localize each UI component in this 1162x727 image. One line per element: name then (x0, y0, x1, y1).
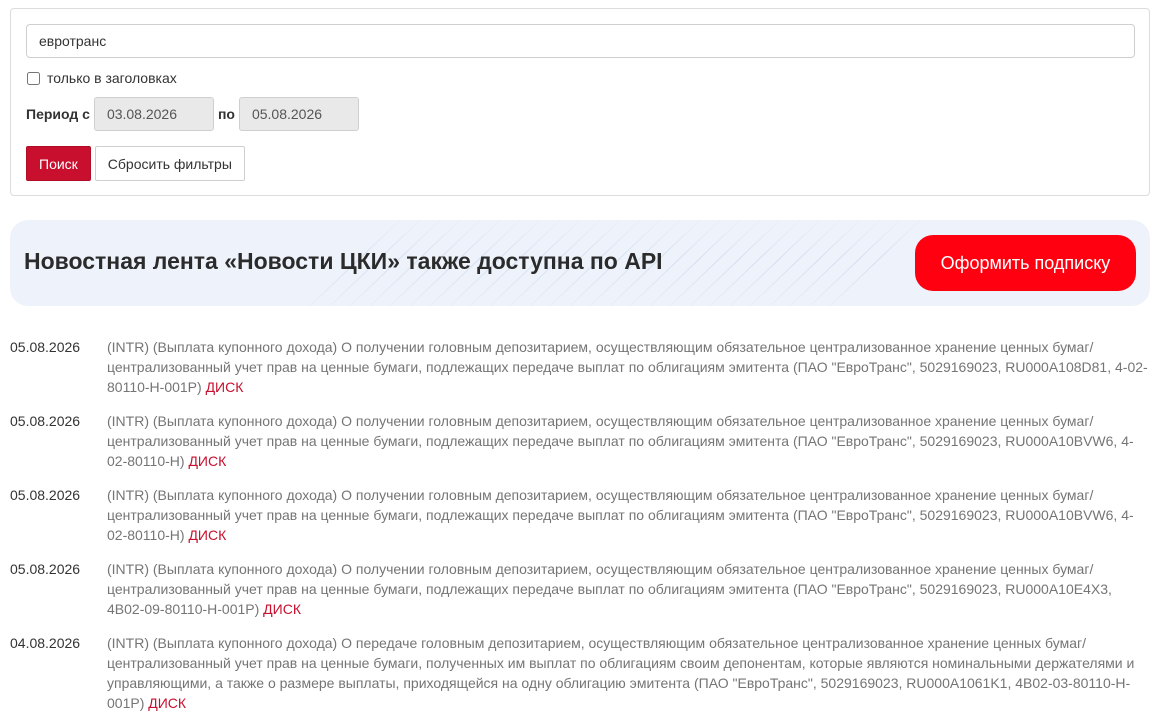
news-item: 05.08.2026 (INTR) (Выплата купонного дох… (10, 337, 1150, 411)
news-text: (INTR) (Выплата купонного дохода) О полу… (107, 485, 1150, 559)
news-text: (INTR) (Выплата купонного дохода) О полу… (107, 337, 1150, 411)
subscribe-button[interactable]: Оформить подписку (915, 235, 1136, 291)
api-promo-banner: Новостная лента «Новости ЦКИ» также дост… (10, 220, 1150, 306)
news-headline[interactable]: (INTR) (Выплата купонного дохода) О полу… (107, 339, 1148, 395)
news-headline[interactable]: (INTR) (Выплата купонного дохода) О полу… (107, 413, 1134, 469)
date-to-input[interactable] (238, 97, 359, 131)
news-date: 05.08.2026 (10, 339, 81, 355)
news-source-link[interactable]: ДИСК (148, 695, 186, 711)
news-date: 05.08.2026 (10, 413, 81, 429)
period-from-label: Период с (26, 106, 90, 122)
news-date: 05.08.2026 (10, 487, 81, 503)
search-button[interactable]: Поиск (26, 146, 91, 181)
news-text: (INTR) (Выплата купонного дохода) О полу… (107, 559, 1150, 633)
news-text: (INTR) (Выплата купонного дохода) О пере… (107, 633, 1150, 727)
news-item: 05.08.2026 (INTR) (Выплата купонного дох… (10, 411, 1150, 485)
news-date: 05.08.2026 (10, 561, 81, 577)
reset-filters-button[interactable]: Сбросить фильтры (94, 146, 245, 181)
news-source-link[interactable]: ДИСК (263, 601, 301, 617)
only-headlines-checkbox[interactable] (27, 71, 40, 85)
news-list: 05.08.2026 (INTR) (Выплата купонного дох… (10, 337, 1150, 727)
date-from-input[interactable] (93, 97, 214, 131)
news-item: 05.08.2026 (INTR) (Выплата купонного дох… (10, 485, 1150, 559)
only-headlines-label: только в заголовках (47, 70, 177, 86)
period-to-label: по (217, 106, 235, 122)
period-filter: Период с по (26, 97, 359, 131)
only-headlines-option[interactable]: только в заголовках (26, 69, 177, 87)
search-input[interactable] (26, 24, 1135, 58)
news-item: 04.08.2026 (INTR) (Выплата купонного дох… (10, 633, 1150, 727)
news-date: 04.08.2026 (10, 635, 81, 651)
search-filter-panel: только в заголовках Период с по Поиск Сб… (10, 8, 1150, 196)
news-headline[interactable]: (INTR) (Выплата купонного дохода) О пере… (107, 635, 1134, 711)
news-headline[interactable]: (INTR) (Выплата купонного дохода) О полу… (107, 487, 1134, 543)
news-text: (INTR) (Выплата купонного дохода) О полу… (107, 411, 1150, 485)
news-headline[interactable]: (INTR) (Выплата купонного дохода) О полу… (107, 561, 1112, 617)
news-source-link[interactable]: ДИСК (188, 527, 226, 543)
news-item: 05.08.2026 (INTR) (Выплата купонного дох… (10, 559, 1150, 633)
news-source-link[interactable]: ДИСК (188, 453, 226, 469)
filter-actions: Поиск Сбросить фильтры (26, 146, 245, 181)
api-banner-title: Новостная лента «Новости ЦКИ» также дост… (24, 248, 663, 274)
news-source-link[interactable]: ДИСК (206, 379, 244, 395)
